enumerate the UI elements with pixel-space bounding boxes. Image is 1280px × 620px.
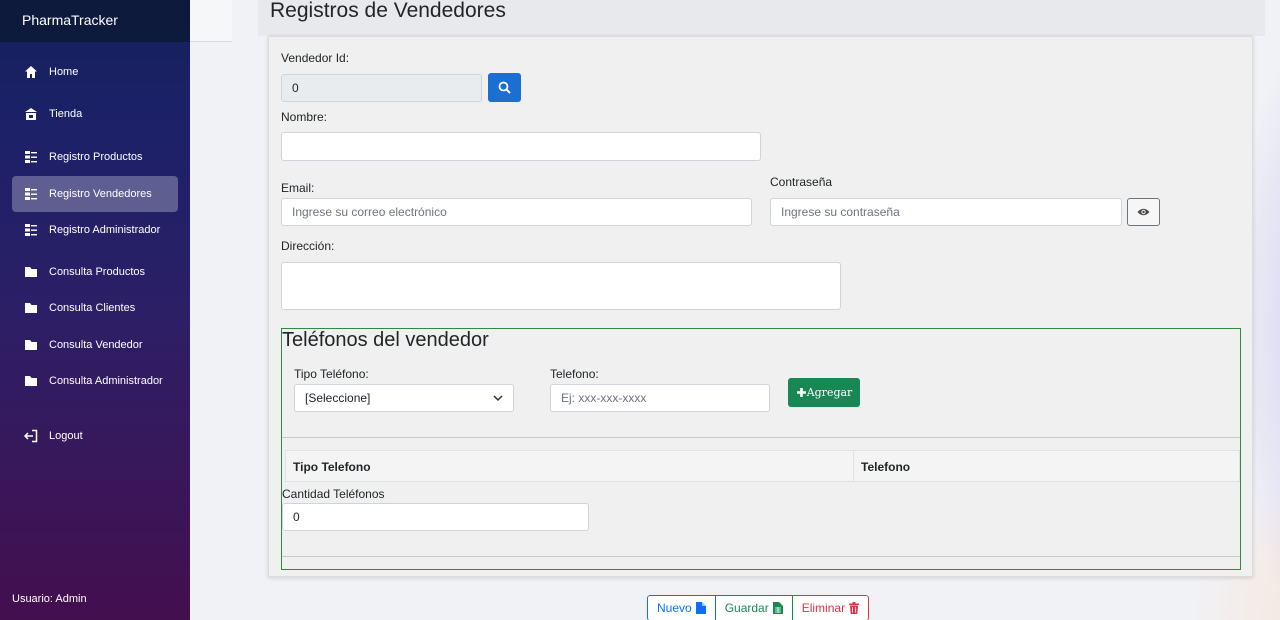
sidebar-item-registro-productos[interactable]: Registro Productos xyxy=(12,139,178,175)
sidebar-item-label: Consulta Productos xyxy=(49,266,145,278)
guardar-button[interactable]: Guardar xyxy=(715,595,793,620)
sidebar-item-label: Home xyxy=(49,66,79,78)
table-header-telefono: Telefono xyxy=(861,460,911,474)
sidebar-item-label: Tienda xyxy=(49,108,83,120)
brand-title: PharmaTracker xyxy=(0,0,190,42)
phones-title: Teléfonos del vendedor xyxy=(282,329,489,351)
spreadsheet-icon xyxy=(772,602,783,614)
sidebar-item-consulta-clientes[interactable]: Consulta Clientes xyxy=(12,290,178,326)
nombre-field[interactable] xyxy=(281,132,761,161)
sidebar-item-label: Consulta Clientes xyxy=(49,302,136,314)
folder-icon xyxy=(25,340,37,350)
phones-section xyxy=(281,328,1241,570)
sidebar-item-consulta-productos[interactable]: Consulta Productos xyxy=(12,254,178,290)
plus-icon xyxy=(796,388,806,397)
tipo-telefono-selected: [Seleccione] xyxy=(305,391,371,405)
sidebar-item-label: Consulta Vendedor xyxy=(49,339,143,351)
sidebar-item-label: Registro Productos xyxy=(49,151,143,163)
sidebar-item-registro-vendedores[interactable]: Registro Vendedores xyxy=(12,176,178,212)
sidebar-item-consulta-administrador[interactable]: Consulta Administrador xyxy=(12,363,178,399)
sidebar-item-consulta-vendedor[interactable]: Consulta Vendedor xyxy=(12,327,178,363)
sidebar-item-label: Registro Vendedores xyxy=(49,188,152,200)
vendedor-id-field[interactable]: 0 xyxy=(281,74,482,102)
password-label: Contraseña xyxy=(770,175,833,189)
logout-icon xyxy=(24,429,38,443)
action-buttons: Nuevo Guardar Eliminar xyxy=(647,595,870,620)
direccion-label: Dirección: xyxy=(281,239,335,253)
sidebar-item-label: Registro Administrador xyxy=(49,224,161,236)
search-icon xyxy=(498,81,511,94)
tipo-telefono-label: Tipo Teléfono: xyxy=(294,367,369,381)
sidebar-item-tienda[interactable]: Tienda xyxy=(12,96,178,132)
add-phone-label: Agregar xyxy=(806,386,853,399)
page-title: Registros de Vendedores xyxy=(270,0,506,22)
list-icon xyxy=(25,188,37,200)
folder-icon xyxy=(25,267,37,277)
divider xyxy=(282,556,1240,557)
guardar-label: Guardar xyxy=(724,601,769,615)
cantidad-telefonos-label: Cantidad Teléfonos xyxy=(282,487,385,501)
email-field[interactable]: Ingrese su correo electrónico xyxy=(281,198,752,226)
sidebar-item-home[interactable]: Home xyxy=(12,54,178,90)
sidebar: PharmaTracker Home Tienda Registro Produ… xyxy=(0,0,190,620)
page-header: Registros de Vendedores xyxy=(258,0,1265,36)
phones-table: Tipo Telefono Telefono xyxy=(285,450,1240,482)
sidebar-item-logout[interactable]: Logout xyxy=(12,418,178,454)
store-icon xyxy=(25,108,37,120)
nuevo-button[interactable]: Nuevo xyxy=(647,595,716,620)
list-icon xyxy=(25,151,37,163)
sidebar-item-label: Logout xyxy=(49,430,83,442)
folder-icon xyxy=(25,303,37,313)
search-button[interactable] xyxy=(488,73,521,102)
eye-icon xyxy=(1137,208,1150,216)
divider xyxy=(282,437,1240,438)
eliminar-label: Eliminar xyxy=(801,601,846,615)
telefono-field[interactable]: Ej: xxx-xxx-xxxx xyxy=(550,384,770,412)
toggle-password-button[interactable] xyxy=(1127,198,1160,226)
direccion-textarea[interactable] xyxy=(281,262,841,310)
file-icon xyxy=(695,602,706,614)
list-icon xyxy=(25,224,37,236)
folder-icon xyxy=(25,376,37,386)
nombre-label: Nombre: xyxy=(281,110,328,124)
cantidad-telefonos-field[interactable]: 0 xyxy=(282,503,589,531)
password-field[interactable]: Ingrese su contraseña xyxy=(770,198,1122,226)
sidebar-item-registro-administrador[interactable]: Registro Administrador xyxy=(12,212,178,248)
tipo-telefono-select[interactable]: [Seleccione] xyxy=(294,384,514,412)
chevron-down-icon xyxy=(493,395,503,402)
add-phone-button[interactable]: Agregar xyxy=(788,378,860,407)
home-icon xyxy=(25,66,37,78)
email-label: Email: xyxy=(281,181,315,195)
eliminar-button[interactable]: Eliminar xyxy=(792,595,870,620)
telefono-label: Telefono: xyxy=(550,367,599,381)
top-strip xyxy=(190,0,232,42)
sidebar-item-label: Consulta Administrador xyxy=(49,375,163,387)
table-header-tipo: Tipo Telefono xyxy=(286,451,854,481)
current-user-label: Usuario: Admin xyxy=(12,593,87,605)
trash-icon xyxy=(849,602,860,614)
vendedor-id-label: Vendedor Id: xyxy=(281,51,350,65)
nuevo-label: Nuevo xyxy=(657,601,692,615)
